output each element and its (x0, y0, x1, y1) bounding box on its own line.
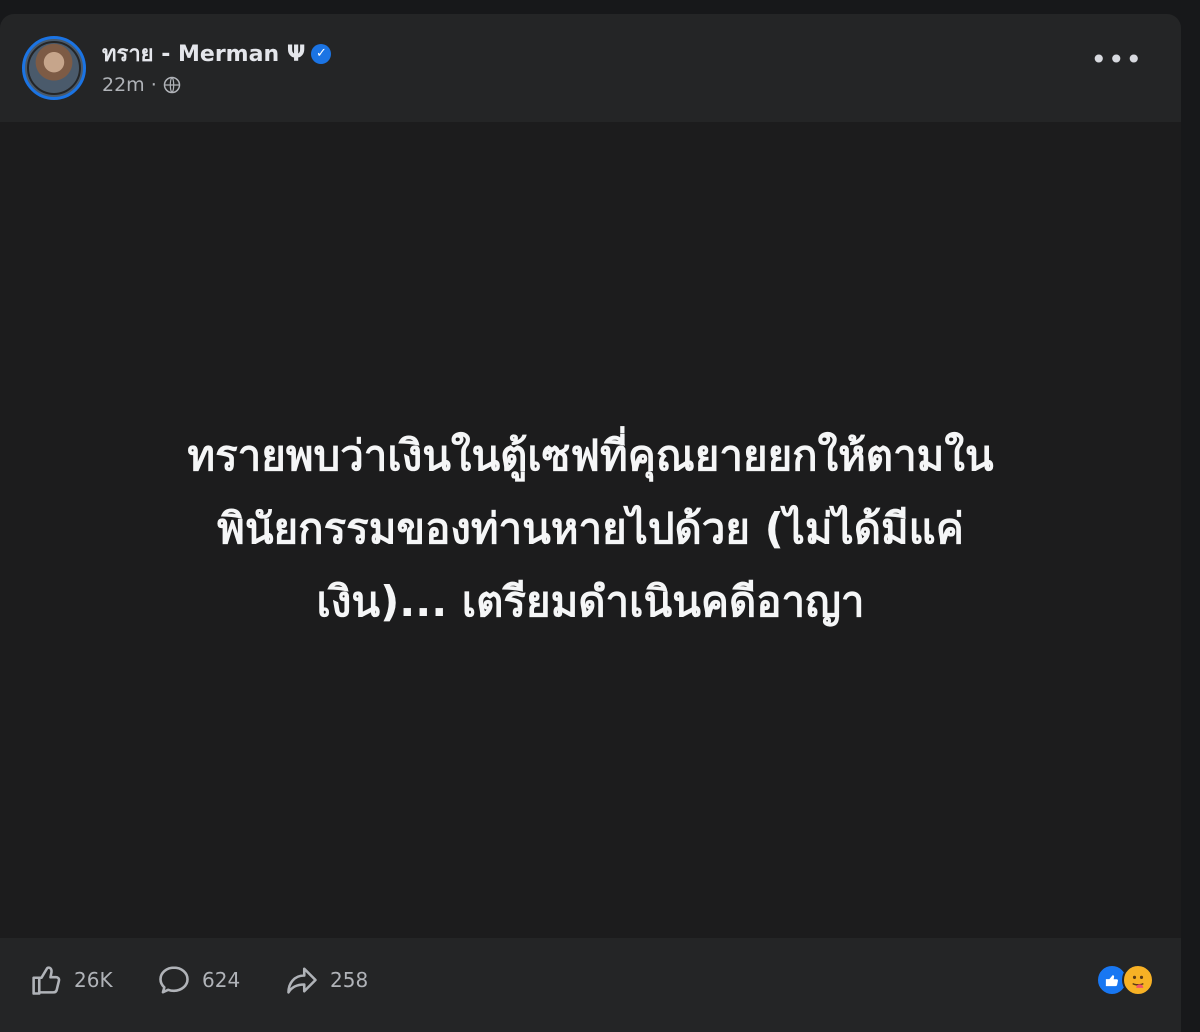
post-meta: 22m · (102, 74, 181, 96)
post-footer: 26K 624 258 (0, 938, 1181, 1032)
verified-badge-icon: ✓ (311, 43, 332, 64)
author-name[interactable]: ทราย - Merman Ψ (102, 36, 305, 71)
care-reaction-icon (1122, 964, 1154, 996)
share-count: 258 (330, 968, 369, 992)
author-row: ทราย - Merman Ψ ✓ (102, 36, 332, 71)
comment-count: 624 (202, 968, 241, 992)
comment-bubble-icon (159, 966, 189, 994)
comment-button[interactable]: 624 (156, 962, 240, 998)
post-text-line-1: ทรายพบว่าเงินในตู้เซฟที่คุณยายยกให้ตามใน (187, 430, 994, 480)
more-options-icon[interactable]: ••• (1090, 46, 1143, 74)
post-text-line-3: เงิน)... เตรียมดำเนินคดีอาญา (316, 576, 865, 626)
globe-icon[interactable] (163, 76, 181, 94)
like-count: 26K (74, 968, 113, 992)
share-arrow-icon (287, 967, 317, 994)
thumbs-up-icon (32, 966, 61, 995)
meta-separator: · (150, 74, 157, 96)
post-text-line-2: พินัยกรรมของท่านหายไปด้วย (ไม่ได้มีแค่ (217, 503, 964, 553)
post-header: ทราย - Merman Ψ ✓ 22m · ••• (0, 14, 1181, 122)
post-content: ทรายพบว่าเงินในตู้เซฟที่คุณยายยกให้ตามใน… (0, 122, 1181, 938)
post-text: ทรายพบว่าเงินในตู้เซฟที่คุณยายยกให้ตามใน… (51, 419, 1131, 638)
share-button[interactable]: 258 (284, 962, 368, 998)
like-button[interactable]: 26K (28, 962, 113, 998)
post-card: ทราย - Merman Ψ ✓ 22m · ••• ทรายพบว่าเงิ… (0, 14, 1181, 1032)
reaction-summary[interactable] (1096, 964, 1158, 998)
avatar-ring (27, 41, 81, 95)
author-avatar[interactable] (22, 36, 86, 100)
timestamp[interactable]: 22m (102, 74, 145, 96)
